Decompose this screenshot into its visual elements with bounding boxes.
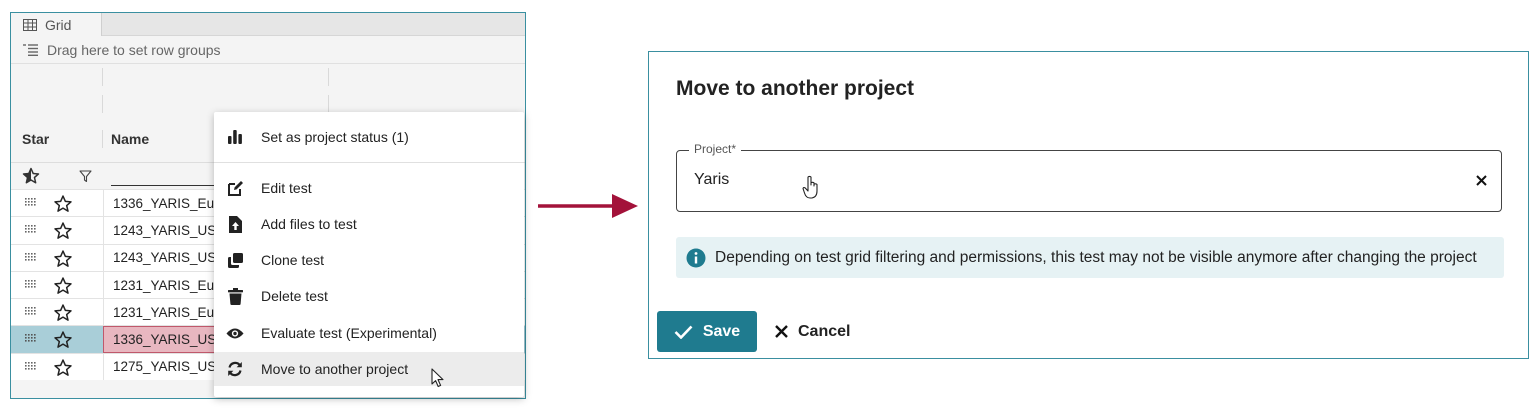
star-icon[interactable] bbox=[53, 330, 73, 350]
tab-grid[interactable]: Grid bbox=[11, 13, 102, 36]
menu-item-label: Edit test bbox=[261, 180, 312, 196]
tab-grid-label: Grid bbox=[45, 16, 72, 33]
drag-handle-icon[interactable] bbox=[25, 334, 37, 344]
clone-icon bbox=[226, 251, 244, 269]
header-separator bbox=[102, 68, 103, 86]
info-icon bbox=[686, 248, 706, 267]
menu-item-label: Evaluate test (Experimental) bbox=[261, 325, 437, 341]
bar-chart-icon bbox=[226, 128, 244, 146]
star-icon[interactable] bbox=[53, 249, 73, 269]
info-banner: Depending on test grid filtering and per… bbox=[676, 237, 1504, 278]
header-separator bbox=[328, 95, 329, 113]
menu-item-label: Delete test bbox=[261, 288, 328, 304]
project-field-value[interactable]: Yaris bbox=[694, 171, 729, 189]
close-icon bbox=[775, 325, 788, 338]
grid-tabbar: Grid bbox=[11, 13, 525, 36]
column-header-star[interactable]: Star bbox=[22, 131, 49, 147]
clear-icon[interactable] bbox=[1471, 170, 1491, 190]
header-separator bbox=[102, 95, 103, 113]
menu-item-set-project-status[interactable]: Set as project status (1) bbox=[214, 120, 524, 154]
menu-item-label: Set as project status (1) bbox=[261, 129, 409, 145]
column-header-name[interactable]: Name bbox=[111, 131, 149, 147]
trash-icon bbox=[226, 287, 244, 305]
star-icon[interactable] bbox=[53, 221, 73, 241]
check-icon bbox=[674, 325, 693, 339]
header-separator bbox=[328, 68, 329, 86]
file-upload-icon bbox=[226, 215, 244, 233]
cancel-button[interactable]: Cancel bbox=[769, 311, 856, 352]
edit-icon bbox=[226, 179, 244, 197]
menu-item-label: Move to another project bbox=[261, 361, 409, 377]
drag-handle-icon[interactable] bbox=[25, 361, 37, 372]
eye-icon bbox=[226, 324, 244, 342]
header-separator bbox=[102, 130, 103, 148]
save-button[interactable]: Save bbox=[657, 311, 757, 352]
move-project-dialog: Move to another project Project* Yaris D… bbox=[648, 51, 1529, 359]
hand-cursor-icon bbox=[802, 175, 818, 199]
menu-item-evaluate-test[interactable]: Evaluate test (Experimental) bbox=[214, 316, 524, 350]
star-icon[interactable] bbox=[53, 303, 73, 323]
save-button-label: Save bbox=[702, 322, 741, 340]
context-menu: Set as project status (1) Edit test Add … bbox=[214, 112, 524, 397]
row-group-icon bbox=[23, 43, 38, 56]
dialog-title: Move to another project bbox=[676, 77, 915, 100]
star-icon[interactable] bbox=[53, 358, 73, 378]
sync-icon bbox=[226, 360, 244, 378]
project-field[interactable]: Project* Yaris bbox=[676, 142, 1502, 212]
drag-handle-icon[interactable] bbox=[25, 252, 37, 263]
menu-item-delete-test[interactable]: Delete test bbox=[214, 279, 524, 313]
menu-item-move-project[interactable]: Move to another project bbox=[214, 352, 524, 386]
filter-icon[interactable] bbox=[79, 170, 92, 183]
menu-item-label: Clone test bbox=[261, 252, 325, 268]
info-text: Depending on test grid filtering and per… bbox=[715, 248, 1477, 266]
name-filter-input[interactable] bbox=[111, 185, 226, 186]
drag-handle-icon[interactable] bbox=[25, 198, 37, 208]
drag-handle-icon[interactable] bbox=[25, 279, 37, 290]
star-icon[interactable] bbox=[53, 194, 73, 214]
drag-handle-icon[interactable] bbox=[25, 225, 37, 235]
menu-item-add-files[interactable]: Add files to test bbox=[214, 207, 524, 241]
menu-item-edit-test[interactable]: Edit test bbox=[214, 171, 524, 205]
cancel-button-label: Cancel bbox=[798, 322, 851, 340]
row-group-hint: Drag here to set row groups bbox=[47, 41, 221, 58]
menu-item-label: Add files to test bbox=[261, 216, 357, 232]
menu-item-clone-test[interactable]: Clone test bbox=[214, 243, 524, 277]
menu-divider bbox=[214, 162, 524, 163]
row-group-dropzone[interactable]: Drag here to set row groups bbox=[11, 37, 525, 62]
star-filter-icon[interactable] bbox=[22, 167, 40, 185]
star-icon[interactable] bbox=[53, 276, 73, 296]
drag-handle-icon[interactable] bbox=[25, 307, 37, 317]
mouse-pointer-icon bbox=[431, 368, 444, 388]
transition-arrow-icon bbox=[538, 194, 638, 218]
project-field-label: Project* bbox=[689, 142, 742, 156]
table-icon bbox=[23, 18, 37, 31]
